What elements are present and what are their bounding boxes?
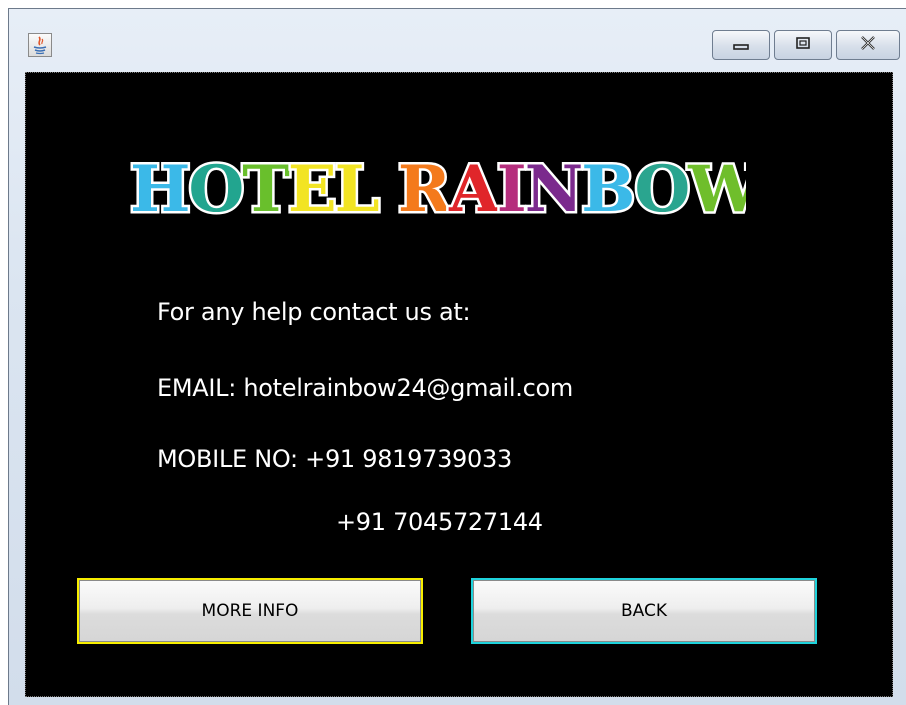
more-info-button[interactable]: MORE INFO [79, 580, 421, 642]
logo-graphic: HOTEL RAINBOW [128, 150, 766, 230]
logo-letter: T [242, 153, 289, 227]
logo-letter: O [634, 153, 688, 227]
logo-letter: I [497, 153, 525, 227]
app-window: HOTEL RAINBOW For any help contact us at… [8, 8, 906, 705]
close-button[interactable] [836, 30, 900, 60]
logo-letter: L [335, 153, 379, 227]
maximize-button[interactable] [774, 30, 832, 60]
back-button[interactable]: BACK [473, 580, 815, 642]
logo-letter: W [687, 153, 746, 227]
help-text: For any help contact us at: [157, 298, 471, 326]
contact-panel: HOTEL RAINBOW For any help contact us at… [25, 72, 893, 697]
logo-letter: E [288, 153, 335, 227]
back-button-frame: BACK [471, 578, 817, 644]
email-text: EMAIL: hotelrainbow24@gmail.com [157, 374, 573, 402]
svg-text:HOTEL RAINBOW: HOTEL RAINBOW [130, 153, 746, 227]
logo-letter: B [581, 153, 634, 227]
minimize-icon [732, 36, 750, 55]
java-app-icon[interactable] [28, 33, 52, 57]
logo-letter: R [398, 153, 452, 227]
logo-letter: O [188, 153, 242, 227]
hotel-rainbow-logo: HOTEL RAINBOW [126, 150, 766, 231]
minimize-button[interactable] [712, 30, 770, 60]
logo-letter: H [130, 153, 188, 227]
close-icon [858, 35, 878, 55]
more-info-button-frame: MORE INFO [77, 578, 423, 644]
mobile-text-2: +91 7045727144 [336, 508, 543, 536]
logo-letter: A [448, 153, 500, 227]
mobile-text: MOBILE NO: +91 9819739033 [157, 445, 512, 473]
logo-letter: N [525, 153, 582, 227]
window-controls [712, 30, 900, 60]
title-bar[interactable] [9, 9, 906, 79]
maximize-icon [794, 35, 812, 55]
logo-letter [378, 153, 398, 227]
